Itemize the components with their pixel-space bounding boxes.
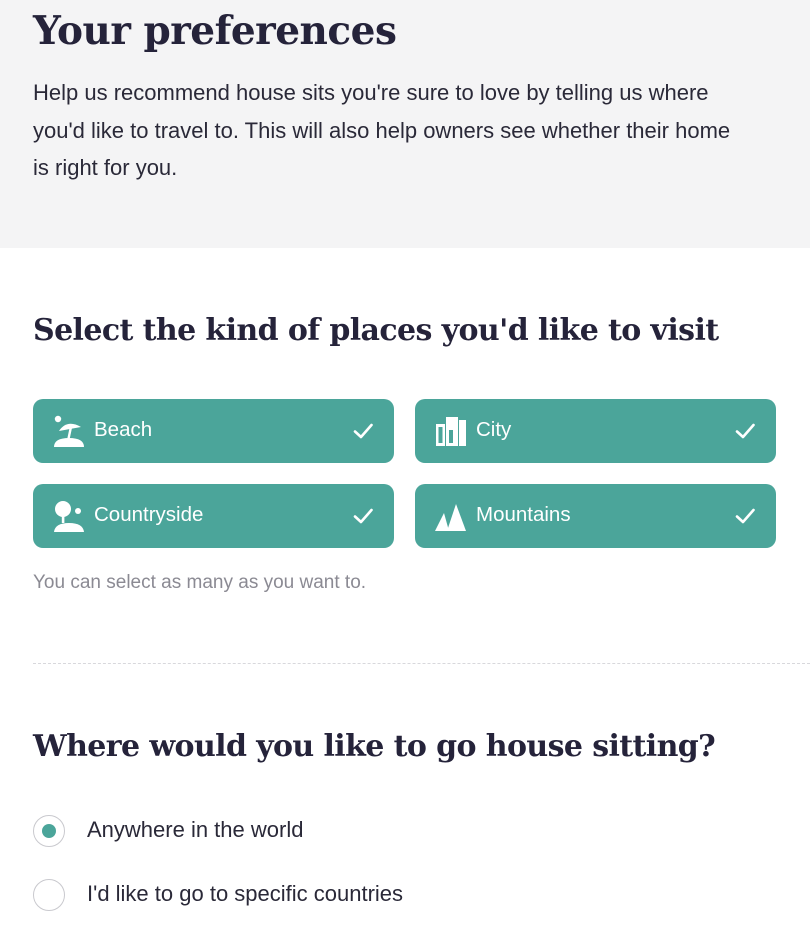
chip-label: Beach xyxy=(94,418,153,441)
beach-umbrella-icon xyxy=(54,415,84,447)
place-chip-city[interactable]: City xyxy=(415,399,776,463)
section-divider xyxy=(33,663,810,664)
checkmark-icon xyxy=(735,423,755,439)
radio-button-selected[interactable] xyxy=(33,815,65,847)
checkmark-icon xyxy=(735,508,755,524)
radio-button[interactable] xyxy=(33,879,65,911)
places-section-title: Select the kind of places you'd like to … xyxy=(33,313,719,348)
place-chip-beach[interactable]: Beach xyxy=(33,399,394,463)
page-title: Your preferences xyxy=(33,8,397,54)
chip-label: City xyxy=(476,418,512,441)
preferences-header: Your preferences Help us recommend house… xyxy=(0,0,810,248)
chip-label: Countryside xyxy=(94,503,204,526)
radio-option-anywhere[interactable]: Anywhere in the world xyxy=(33,814,593,848)
chip-label: Mountains xyxy=(476,503,571,526)
place-chip-countryside[interactable]: Countryside xyxy=(33,484,394,548)
intro-text: Help us recommend house sits you're sure… xyxy=(33,80,731,180)
tree-countryside-icon xyxy=(54,501,84,532)
checkmark-icon xyxy=(353,508,373,524)
checkmark-icon xyxy=(353,423,373,439)
places-hint: You can select as many as you want to. xyxy=(33,572,367,593)
mountains-icon xyxy=(435,504,466,531)
radio-label: Anywhere in the world xyxy=(87,817,304,842)
location-section-title: Where would you like to go house sitting… xyxy=(33,729,716,764)
place-chip-mountains[interactable]: Mountains xyxy=(415,484,776,548)
radio-dot xyxy=(42,824,56,838)
radio-label: I'd like to go to specific countries xyxy=(87,881,404,906)
city-buildings-icon xyxy=(436,417,466,446)
radio-option-specific-countries[interactable]: I'd like to go to specific countries xyxy=(33,878,593,912)
